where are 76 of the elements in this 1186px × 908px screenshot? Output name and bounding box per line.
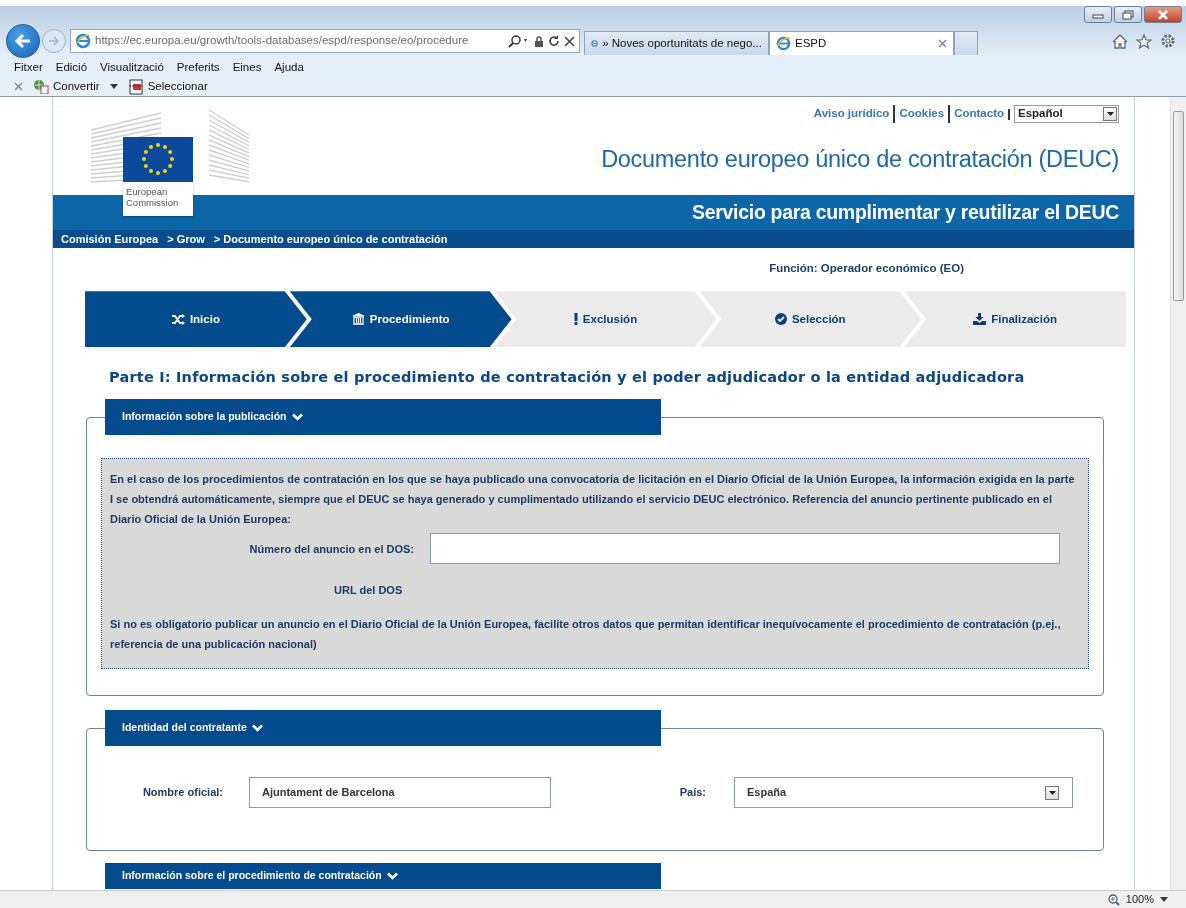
globe-e-icon: [75, 33, 91, 49]
url-text: https://ec.europa.eu/growth/tools-databases/espd/response/eo/procedure: [95, 33, 470, 49]
lock-icon: [534, 34, 544, 48]
browser-tab[interactable]: » Noves oportunitats de nego...: [584, 31, 769, 55]
breadcrumb-link[interactable]: Comisión Europea: [61, 230, 159, 248]
wizard-step[interactable]: Selección: [699, 291, 922, 348]
globe-e-icon: [776, 36, 791, 51]
breadcrumb-link[interactable]: > Documento europeo único de contratación: [213, 230, 448, 248]
footer-link[interactable]: Cookies: [893, 105, 949, 123]
site-title: Documento europeo único de contratación (DEUC): [601, 145, 1119, 174]
panel-title[interactable]: Identidad del contratante: [122, 720, 247, 736]
minimize-button[interactable]: [1084, 6, 1112, 23]
toolbar-button[interactable]: Convertir: [33, 78, 100, 96]
address-bar[interactable]: https://ec.europa.eu/growth/tools-databases/espd/response/eo/procedure: [70, 29, 580, 53]
close-icon[interactable]: [14, 82, 23, 92]
arrow-left-icon: [14, 33, 32, 49]
browser-tab[interactable]: ESPD: [769, 31, 954, 55]
wizard-step[interactable]: Procedimiento: [289, 291, 512, 348]
language-select[interactable]: Español: [1014, 105, 1119, 123]
footer-link[interactable]: Contacto: [948, 105, 1008, 123]
menu-item[interactable]: Visualització: [100, 59, 164, 77]
field-label: Número del anuncio en el DOS:: [248, 541, 415, 557]
document-icon: [127, 78, 144, 95]
flag-icon: [123, 137, 193, 182]
wizard-step[interactable]: Exclusión: [494, 291, 717, 348]
field-label: URL del DOS: [334, 583, 404, 598]
caret-icon[interactable]: [1160, 897, 1168, 902]
caret-icon[interactable]: [109, 84, 118, 90]
menu-item[interactable]: Fitxer: [14, 59, 43, 77]
wizard-step[interactable]: Inicio: [85, 291, 307, 348]
chevron-down-icon[interactable]: [291, 413, 303, 421]
role-label: Función: Operador económico (EO): [768, 261, 965, 276]
section-heading: Parte I: Información sobre el procedimiento de contratación y el poder adjudicador o la entidad adjudicadora: [109, 368, 1026, 388]
toolbar-button[interactable]: Seleccionar: [127, 78, 208, 96]
field-label: Nombre oficial:: [141, 785, 224, 801]
menu-item[interactable]: Preferits: [176, 59, 220, 77]
refresh-icon[interactable]: [548, 35, 560, 47]
shuffle-icon: [171, 313, 185, 325]
zoom-icon: [1107, 893, 1120, 906]
restore-button[interactable]: [1114, 6, 1142, 23]
zoom-level[interactable]: 100%: [1125, 891, 1154, 908]
caret-icon: [1106, 112, 1114, 116]
close-icon[interactable]: [938, 39, 947, 48]
logo-text: European Commission: [123, 183, 193, 216]
check-circle-icon: [774, 313, 787, 326]
restore-icon: [1122, 9, 1134, 20]
search-icon[interactable]: [508, 34, 530, 48]
wizard-step[interactable]: Finalización: [904, 291, 1126, 348]
back-button[interactable]: [6, 24, 40, 58]
country-select[interactable]: España: [734, 777, 1073, 808]
exclamation-icon: [573, 313, 578, 326]
chevron-down-icon[interactable]: [386, 872, 398, 880]
notice-number-field[interactable]: [430, 533, 1060, 564]
stop-icon[interactable]: [564, 35, 575, 47]
menu-item[interactable]: Eines: [232, 59, 262, 77]
footer-link[interactable]: Aviso jurídico: [809, 105, 894, 123]
chevron-down-icon[interactable]: [251, 724, 263, 732]
home-icon[interactable]: [1112, 33, 1128, 49]
breadcrumb-link[interactable]: > Grow: [167, 230, 205, 248]
download-icon: [973, 313, 987, 326]
menu-item[interactable]: Edició: [55, 59, 88, 77]
close-icon: [1157, 9, 1169, 20]
name-field[interactable]: Ajuntament de Barcelona: [249, 777, 551, 808]
panel-title[interactable]: Información sobre la publicación: [122, 409, 287, 425]
scrollbar[interactable]: [1170, 97, 1186, 890]
globe-document-icon: [33, 79, 49, 95]
field-label: País:: [678, 785, 707, 801]
arrow-right-icon: [48, 36, 60, 46]
info-paragraph: Si no es obligatorio publicar un anuncio en el Diario Oficial de la Unión Europea, facilite otros datos que permitan identificar inequívocamente el procedimiento de contratación (p.ej., referencia de una publicación nacional): [110, 617, 1062, 652]
bank-icon: [351, 313, 365, 326]
settings-icon[interactable]: [1160, 33, 1176, 49]
menu-item[interactable]: Ajuda: [274, 59, 304, 77]
star-icon[interactable]: [1136, 33, 1152, 49]
info-paragraph: En el caso de los procedimientos de contratación en los que se haya publicado una convocatoria de licitación en el Diario Oficial de la Unión Europea, la información exigida en la parte I se obtendrá automáticamente, siempre que el DEUC se haya generado y cumplimentado utilizando el servicio DEUC electrónico. Referencia del anuncio pertinente publicado en el Diario Oficial de la Unión Europea:: [110, 472, 1076, 527]
caret-icon: [1048, 790, 1056, 795]
close-button[interactable]: [1144, 6, 1182, 23]
